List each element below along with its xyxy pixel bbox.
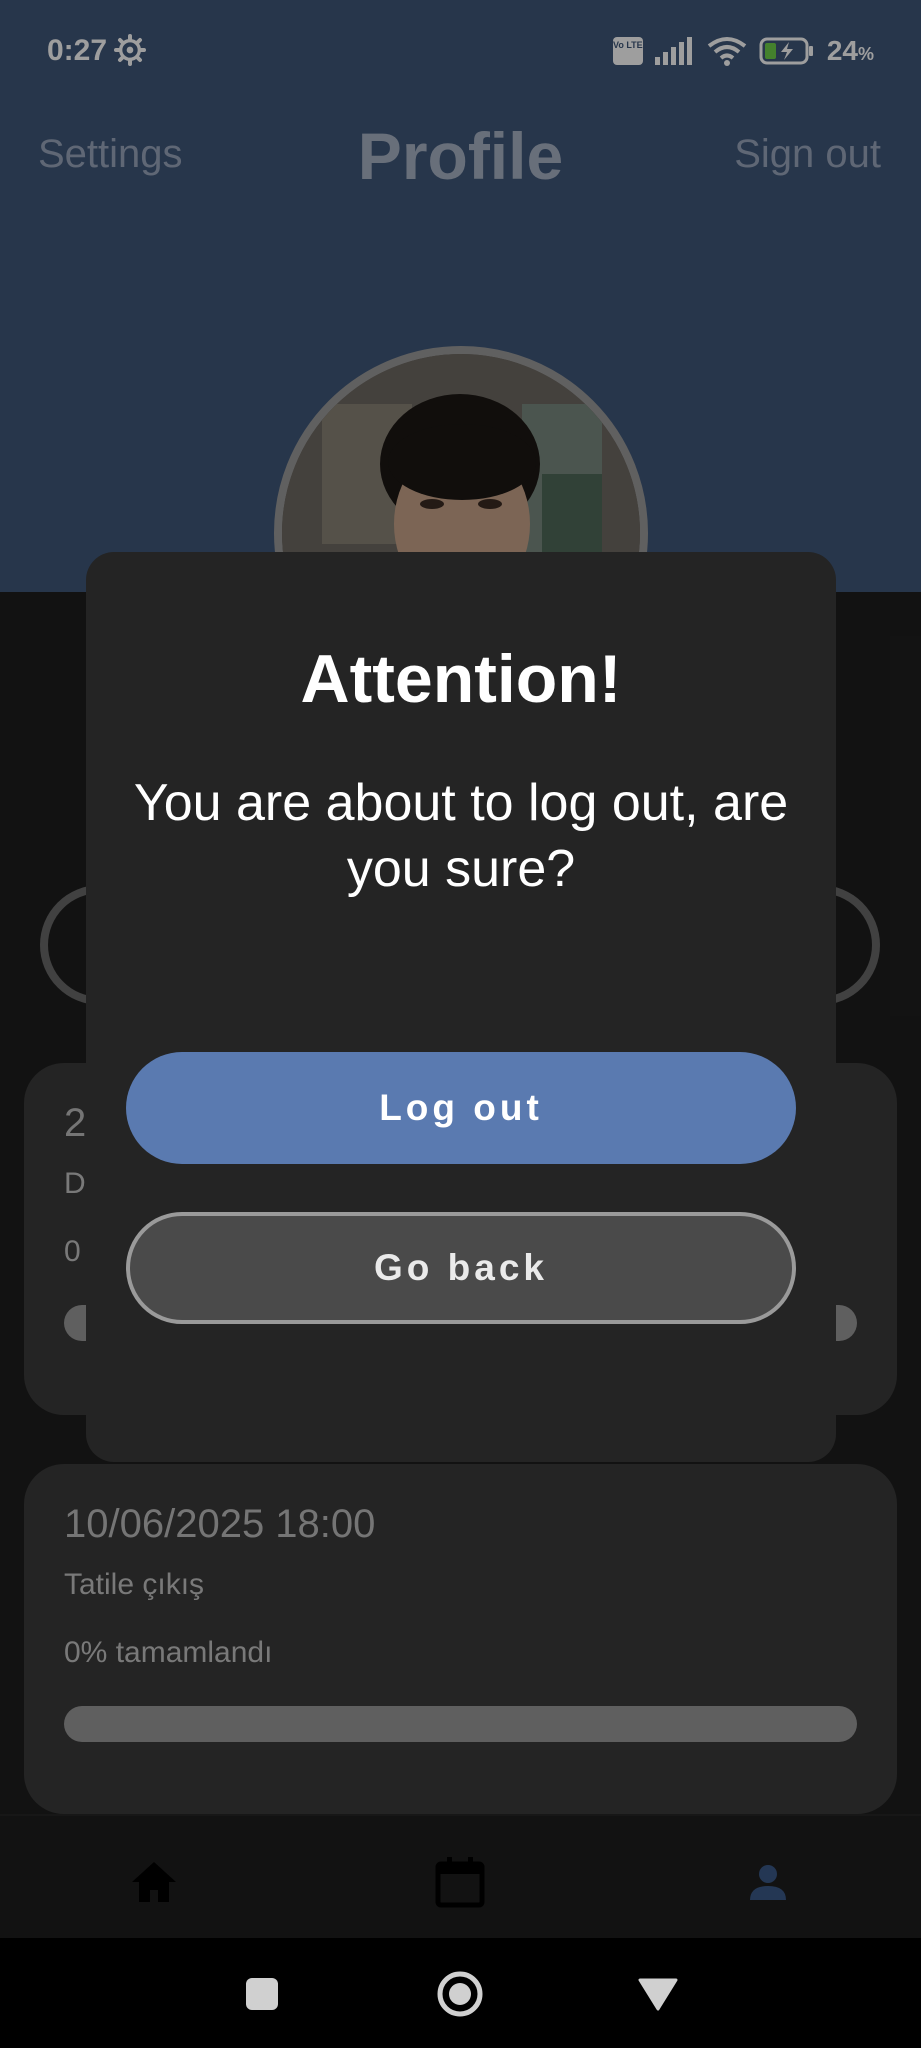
system-nav-bar (0, 1938, 921, 2048)
log-out-button[interactable]: Log out (126, 1052, 796, 1164)
back-button[interactable] (630, 1966, 686, 2022)
dialog-message: You are about to log out, are you sure? (133, 774, 789, 898)
back-triangle-icon (638, 1978, 678, 2011)
home-button[interactable] (432, 1966, 488, 2022)
logout-dialog: Attention! You are about to log out, are… (86, 552, 836, 1462)
go-back-button[interactable]: Go back (126, 1212, 796, 1324)
home-circle-icon (437, 1971, 483, 2017)
recents-button[interactable] (234, 1966, 290, 2022)
dialog-title: Attention! (300, 641, 622, 717)
recents-square-icon (246, 1978, 278, 2010)
